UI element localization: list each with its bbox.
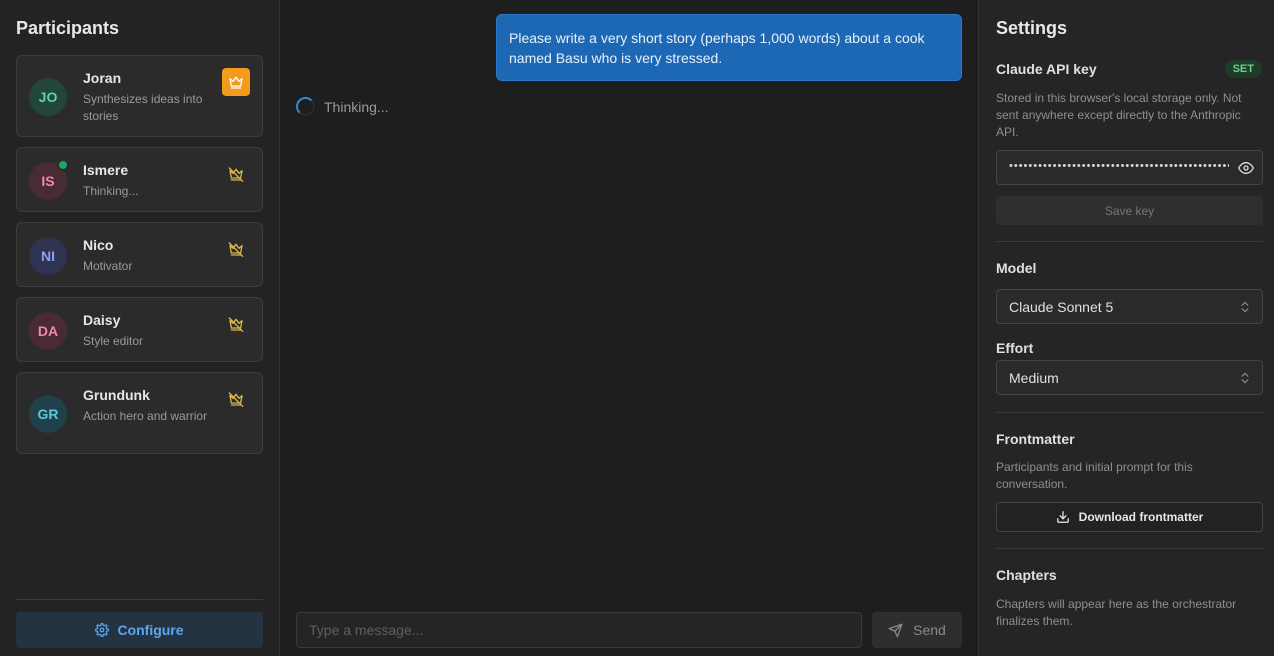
api-key-value: ••••••••••••••••••••••••••••••••••••••••… xyxy=(1009,160,1229,172)
send-button[interactable]: Send xyxy=(872,612,962,648)
participants-title: Participants xyxy=(16,18,120,38)
divider xyxy=(16,599,263,600)
participant-card[interactable]: IS Ismere Thinking... xyxy=(16,147,263,212)
participants-panel: Participants JO Joran Synthesizes ideas in… xyxy=(0,0,280,656)
participant-name: Joran xyxy=(83,70,122,86)
participant-name: Daisy xyxy=(83,312,121,328)
api-key-label: Claude API key xyxy=(996,61,1097,77)
chat-area: Please write a very short story (perhaps… xyxy=(280,0,978,656)
avatar: NI xyxy=(29,237,67,275)
settings-title: Settings xyxy=(996,18,1068,38)
thinking-indicator: Thinking... xyxy=(296,97,389,116)
avatar: DA xyxy=(29,312,67,350)
participant-name: Nico xyxy=(83,237,114,253)
configure-button[interactable]: Configure xyxy=(16,612,263,648)
participant-description: Style editor xyxy=(83,334,144,348)
chevron-updown-icon xyxy=(1241,372,1249,384)
user-message: Please write a very short story (perhaps… xyxy=(496,14,962,81)
save-key-button[interactable]: Save key xyxy=(996,196,1263,225)
participant-description: Action hero and warrior xyxy=(83,409,208,423)
chapters-label: Chapters xyxy=(996,567,1057,583)
configure-label: Configure xyxy=(117,622,184,638)
divider xyxy=(996,548,1263,549)
send-icon xyxy=(888,623,903,637)
participant-description: Motivator xyxy=(83,259,133,273)
api-key-status-badge: SET xyxy=(1224,60,1262,78)
online-status-dot xyxy=(57,159,69,171)
chapters-help: Chapters will appear here as the orchest… xyxy=(996,597,1237,628)
download-frontmatter-button[interactable]: Download frontmatter xyxy=(996,502,1263,532)
model-select[interactable]: Claude Sonnet 5 xyxy=(996,289,1263,324)
avatar: GR xyxy=(29,395,67,433)
crown-icon[interactable] xyxy=(222,68,250,96)
participant-card[interactable]: DA Daisy Style editor xyxy=(16,297,263,362)
participant-description: Synthesizes ideas into stories xyxy=(83,92,203,123)
effort-label: Effort xyxy=(996,340,1034,356)
participant-name: Ismere xyxy=(83,162,129,178)
crown-off-icon[interactable] xyxy=(222,385,250,413)
divider xyxy=(996,412,1263,413)
api-key-help: Stored in this browser's local storage o… xyxy=(996,91,1242,139)
participant-name: Grundunk xyxy=(83,387,150,403)
send-label: Send xyxy=(913,622,946,638)
thinking-text: Thinking... xyxy=(324,98,389,115)
frontmatter-help: Participants and initial prompt for this… xyxy=(996,460,1193,491)
chevron-updown-icon xyxy=(1241,301,1249,313)
gear-icon xyxy=(95,623,110,637)
download-label: Download frontmatter xyxy=(1078,510,1204,524)
settings-panel: Settings Claude API key SET Stored in th… xyxy=(978,0,1274,656)
model-value: Claude Sonnet 5 xyxy=(1009,298,1114,315)
effort-select[interactable]: Medium xyxy=(996,360,1263,395)
eye-icon[interactable] xyxy=(1238,160,1254,176)
crown-off-icon[interactable] xyxy=(222,160,250,188)
avatar: JO xyxy=(29,78,67,116)
crown-off-icon[interactable] xyxy=(222,235,250,263)
message-input[interactable] xyxy=(296,612,862,648)
download-icon xyxy=(1056,511,1069,523)
effort-value: Medium xyxy=(1009,369,1059,386)
spinner-icon xyxy=(296,97,315,116)
crown-off-icon[interactable] xyxy=(222,310,250,338)
divider xyxy=(996,241,1263,242)
participant-card[interactable]: GR Grundunk Action hero and warrior xyxy=(16,372,263,454)
frontmatter-label: Frontmatter xyxy=(996,431,1075,447)
participant-card[interactable]: JO Joran Synthesizes ideas into stories xyxy=(16,55,263,137)
participant-description: Thinking... xyxy=(83,184,139,198)
model-label: Model xyxy=(996,260,1037,276)
api-key-field[interactable]: ••••••••••••••••••••••••••••••••••••••••… xyxy=(996,150,1263,185)
participant-card[interactable]: NI Nico Motivator xyxy=(16,222,263,287)
